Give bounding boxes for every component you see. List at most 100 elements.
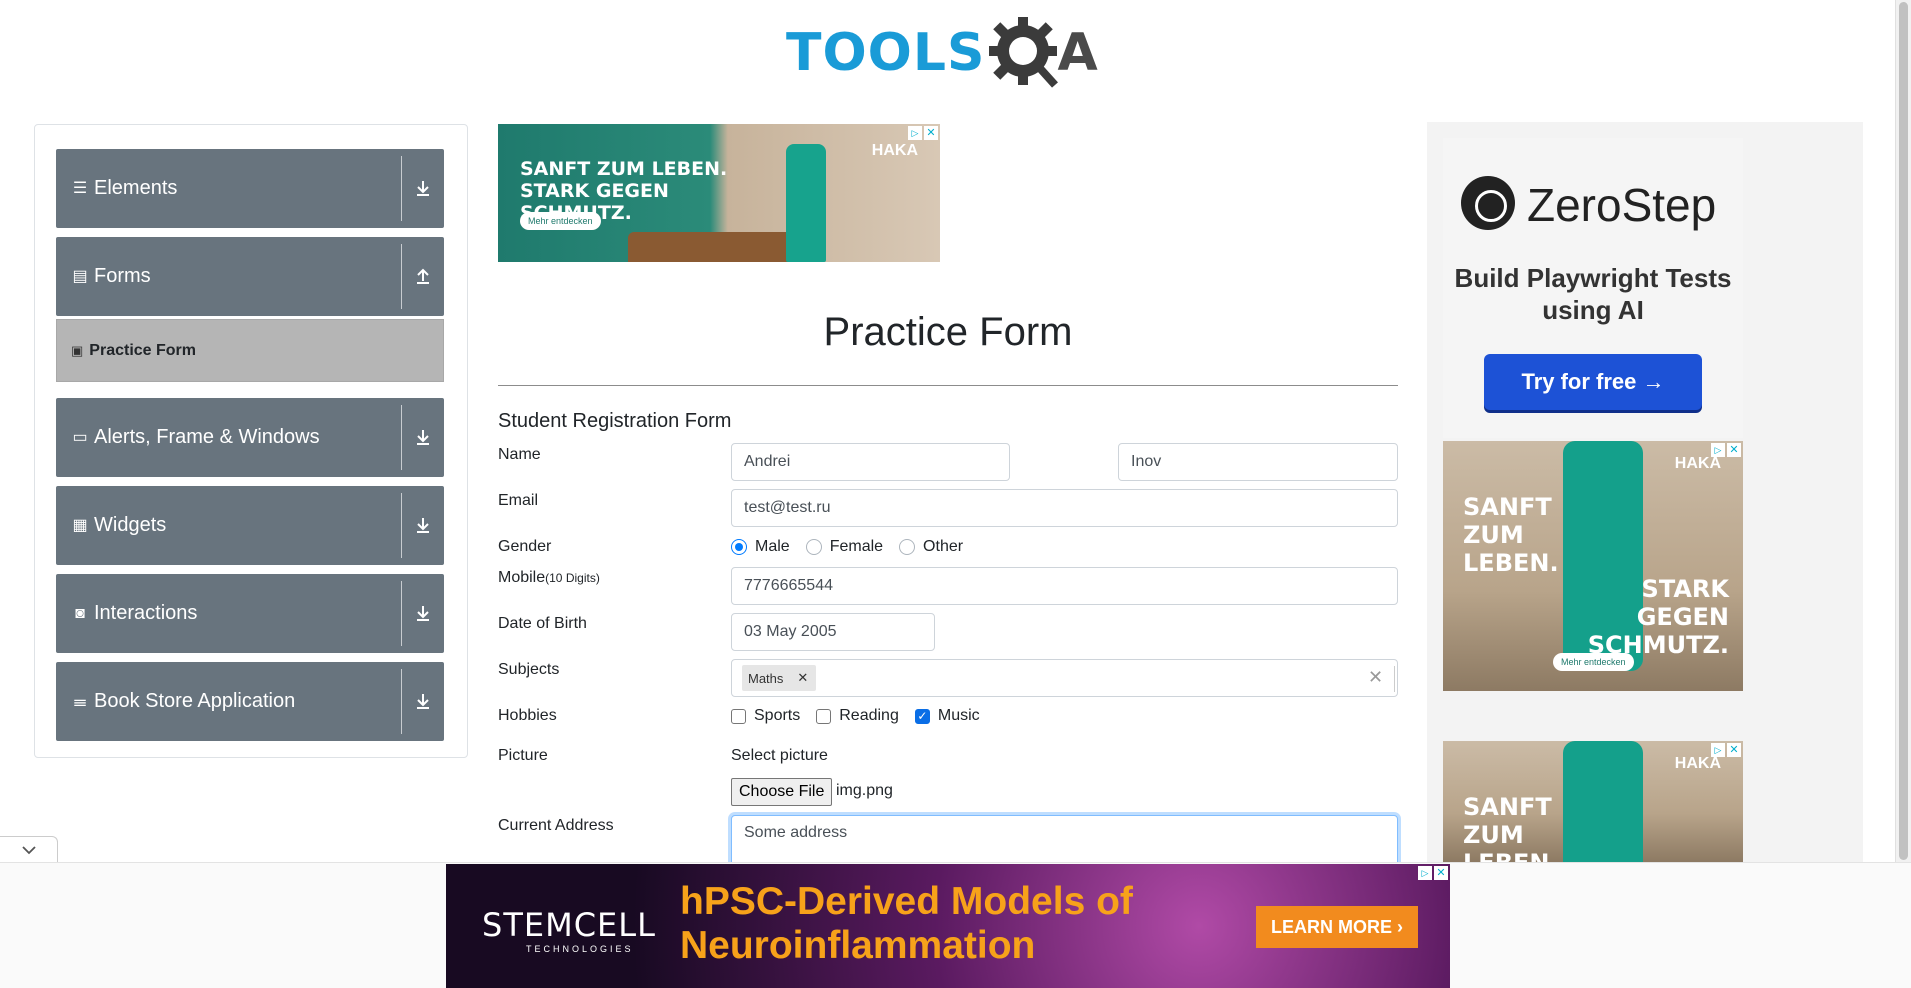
- sidebar-group-widgets[interactable]: ▦ Widgets: [56, 486, 444, 565]
- zerostep-logo-icon: [1461, 176, 1515, 230]
- checkbox-checked[interactable]: ✓: [914, 708, 930, 724]
- widgets-icon: ▦: [72, 516, 88, 534]
- hobby-sports-option[interactable]: Sports: [731, 707, 800, 725]
- close-icon[interactable]: ✕: [924, 126, 938, 140]
- adchoices-icon[interactable]: ▷: [908, 126, 922, 140]
- chevron-down-icon: [21, 845, 36, 854]
- books-icon: 𝍢: [73, 692, 87, 710]
- logo-text: TOOLS: [786, 23, 986, 83]
- download-arrow-icon[interactable]: [412, 426, 434, 448]
- mobile-hint: (10 Digits): [545, 571, 600, 585]
- sidebar-group-label: Forms: [94, 265, 151, 287]
- dob-label: Date of Birth: [498, 615, 587, 632]
- gender-female-option[interactable]: Female: [805, 538, 884, 556]
- upload-arrow-icon[interactable]: [412, 265, 434, 287]
- sidebar-group-label: Interactions: [94, 602, 198, 624]
- download-arrow-icon[interactable]: [412, 690, 434, 712]
- menu-icon: ☰: [72, 179, 88, 197]
- radio-button[interactable]: [731, 539, 747, 555]
- sidebar-group-interactions[interactable]: ◙ Interactions: [56, 574, 444, 653]
- divider: [1394, 666, 1395, 692]
- ad-zerostep[interactable]: ZeroStep Build Playwright Tests using AI…: [1443, 138, 1743, 438]
- hobbies-checkbox-group: Sports Reading ✓ Music: [731, 707, 996, 725]
- clear-icon[interactable]: ✕: [1368, 667, 1383, 688]
- hobby-reading-option[interactable]: Reading: [816, 707, 899, 725]
- hobby-music-option[interactable]: ✓ Music: [914, 707, 980, 725]
- learn-more-button[interactable]: LEARN MORE ›: [1256, 906, 1418, 948]
- ad-brand: HAKA: [1674, 455, 1721, 472]
- adchoices-icon[interactable]: ▷: [1418, 866, 1432, 880]
- sidebar-group-label: Elements: [94, 177, 178, 199]
- toolsqa-logo[interactable]: TOOLS A: [786, 14, 1116, 92]
- email-input[interactable]: test@test.ru: [731, 489, 1398, 527]
- left-sidebar: ☰ Elements ▤ Forms ▣ Practice Form ▭ Ale…: [34, 124, 468, 758]
- sidebar-group-forms[interactable]: ▤ Forms: [56, 237, 444, 316]
- gender-other-option[interactable]: Other: [899, 538, 963, 556]
- ad-banner-bottom[interactable]: STEMCELL TECHNOLOGIES hPSC-Derived Model…: [446, 864, 1450, 988]
- sidebar-group-elements[interactable]: ☰ Elements: [56, 149, 444, 228]
- close-icon[interactable]: ✕: [1727, 743, 1741, 757]
- choose-file-button[interactable]: Choose File: [731, 778, 833, 806]
- download-arrow-icon[interactable]: [412, 602, 434, 624]
- ad-headline: hPSC-Derived Models of Neuroinflammation: [680, 880, 1133, 967]
- date-of-birth-input[interactable]: 03 May 2005: [731, 613, 935, 651]
- form-icon: ▣: [71, 342, 84, 358]
- ad-brand: HAKA: [871, 142, 918, 159]
- checkbox[interactable]: [731, 708, 746, 724]
- remove-chip-icon[interactable]: ✕: [789, 670, 816, 686]
- mobile-input[interactable]: 7776665544: [731, 567, 1398, 605]
- file-name: img.png: [836, 782, 893, 799]
- divider: [401, 669, 402, 734]
- form-title: Student Registration Form: [498, 410, 732, 432]
- checkbox-label: Reading: [839, 707, 899, 724]
- subject-chip-label: Maths: [748, 670, 784, 686]
- page-scrollbar[interactable]: [1895, 0, 1911, 862]
- radio-label: Other: [923, 538, 964, 555]
- download-arrow-icon[interactable]: [412, 514, 434, 536]
- gender-radio-group: Male Female Other: [731, 538, 979, 556]
- ad-haka-side-2[interactable]: HAKA SANFT ZUM LEBEN. ▷ ✕: [1443, 741, 1743, 862]
- page-title: Practice Form: [823, 310, 1073, 354]
- radio-label: Female: [829, 538, 884, 555]
- radio-button[interactable]: [899, 539, 916, 555]
- divider: [401, 581, 402, 646]
- mobile-label-text: Mobile: [498, 569, 546, 586]
- divider: [401, 244, 402, 309]
- document-icon: ▤: [72, 267, 88, 285]
- try-for-free-button[interactable]: Try for free →: [1484, 354, 1702, 410]
- subjects-input[interactable]: [731, 659, 1398, 697]
- scrollbar-thumb[interactable]: [1899, 2, 1908, 860]
- ad-brand: STEMCELL: [482, 906, 656, 944]
- ad-banner-top[interactable]: SANFT ZUM LEBEN. STARK GEGEN SCHMUTZ. Me…: [498, 124, 940, 262]
- adchoices-icon[interactable]: ▷: [1711, 743, 1725, 757]
- current-address-label: Current Address: [498, 817, 614, 834]
- close-icon[interactable]: ✕: [1727, 443, 1741, 457]
- ad-brand: ZeroStep: [1527, 179, 1717, 231]
- ad-haka-side[interactable]: HAKA SANFT ZUM LEBEN. STARK GEGEN SCHMUT…: [1443, 441, 1743, 691]
- collapse-ad-tab[interactable]: [0, 836, 58, 862]
- ad-cta-button[interactable]: Mehr entdecken: [1553, 653, 1634, 671]
- first-name-input[interactable]: Andrei: [731, 443, 1010, 481]
- sidebar-item-practice-form[interactable]: ▣ Practice Form: [56, 319, 444, 382]
- divider: [401, 493, 402, 558]
- divider: [498, 385, 1398, 386]
- sidebar-group-bookstore[interactable]: 𝍢 Book Store Application: [56, 662, 444, 741]
- sidebar-group-alerts[interactable]: ▭ Alerts, Frame & Windows: [56, 398, 444, 477]
- ad-brand: HAKA: [1674, 755, 1721, 772]
- adchoices-icon[interactable]: ▷: [1711, 443, 1725, 457]
- divider: [401, 405, 402, 470]
- gender-male-option[interactable]: Male: [731, 538, 790, 556]
- ad-cta-button[interactable]: Mehr entdecken: [520, 212, 601, 230]
- select-picture-label: Select picture: [731, 747, 828, 764]
- checkbox-label: Sports: [754, 707, 801, 724]
- sidebar-group-label: Alerts, Frame & Windows: [94, 426, 320, 448]
- logo-a: A: [1057, 23, 1098, 83]
- radio-button[interactable]: [805, 539, 822, 555]
- download-arrow-icon[interactable]: [412, 177, 434, 199]
- checkbox[interactable]: [816, 708, 832, 724]
- last-name-input[interactable]: Inov: [1118, 443, 1398, 481]
- mobile-label: Mobile(10 Digits): [498, 569, 600, 587]
- close-icon[interactable]: ✕: [1434, 866, 1448, 880]
- interactions-icon: ◙: [75, 604, 85, 622]
- ad-subheadline: STARK GEGEN SCHMUTZ.: [1587, 575, 1729, 659]
